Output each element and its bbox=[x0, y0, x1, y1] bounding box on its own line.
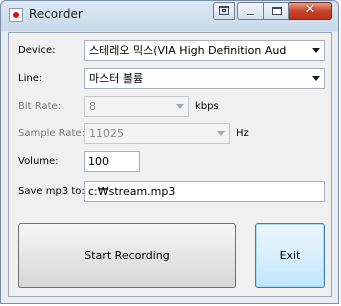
device-select[interactable]: 스테레오 믹스(VIA High Definition Aud bbox=[84, 40, 325, 61]
device-label: Device: bbox=[18, 45, 56, 56]
title-bar[interactable]: Recorder ✕ bbox=[1, 1, 338, 31]
sample-rate-label: Sample Rate: bbox=[18, 128, 85, 139]
record-app-icon bbox=[9, 8, 23, 22]
caption-buttons: ✕ bbox=[213, 2, 332, 20]
minimize-button[interactable] bbox=[237, 2, 263, 20]
sample-rate-value: 11025 bbox=[89, 127, 124, 140]
device-value: 스테레오 믹스(VIA High Definition Aud bbox=[89, 44, 287, 57]
bit-rate-label: Bit Rate: bbox=[18, 101, 62, 112]
maximize-icon bbox=[272, 7, 282, 15]
exit-button[interactable]: Exit bbox=[255, 223, 325, 288]
sample-rate-select[interactable]: 11025 bbox=[84, 123, 230, 144]
start-recording-button[interactable]: Start Recording bbox=[18, 223, 236, 288]
recorder-window: Recorder ✕ Device: 스테레오 믹스(VIA High Defi… bbox=[0, 0, 339, 304]
bit-rate-select[interactable]: 8 bbox=[84, 96, 189, 117]
chevron-down-icon[interactable] bbox=[312, 76, 320, 81]
line-select[interactable]: 마스터 볼륨 bbox=[84, 68, 325, 89]
volume-input[interactable]: 100 bbox=[84, 151, 140, 172]
chevron-down-icon[interactable] bbox=[217, 131, 225, 136]
close-icon: ✕ bbox=[304, 2, 316, 17]
close-button[interactable]: ✕ bbox=[289, 2, 332, 20]
bit-rate-unit: kbps bbox=[195, 101, 219, 112]
save-path-input[interactable]: c:₩stream.mp3 bbox=[84, 181, 325, 202]
window-title: Recorder bbox=[29, 7, 83, 21]
start-recording-label: Start Recording bbox=[84, 249, 170, 262]
restore-icon bbox=[219, 6, 229, 15]
exit-label: Exit bbox=[279, 249, 301, 262]
line-label: Line: bbox=[18, 73, 43, 84]
chevron-down-icon[interactable] bbox=[312, 48, 320, 53]
chevron-down-icon[interactable] bbox=[176, 104, 184, 109]
bit-rate-value: 8 bbox=[89, 100, 96, 113]
restore-button[interactable] bbox=[213, 2, 235, 20]
minimize-icon bbox=[246, 13, 255, 16]
maximize-button[interactable] bbox=[263, 2, 289, 20]
sample-rate-unit: Hz bbox=[236, 128, 249, 139]
save-path-label: Save mp3 to: bbox=[18, 186, 85, 197]
client-area: Device: 스테레오 믹스(VIA High Definition Aud … bbox=[8, 32, 332, 297]
volume-label: Volume: bbox=[18, 156, 59, 167]
line-value: 마스터 볼륨 bbox=[89, 72, 144, 85]
